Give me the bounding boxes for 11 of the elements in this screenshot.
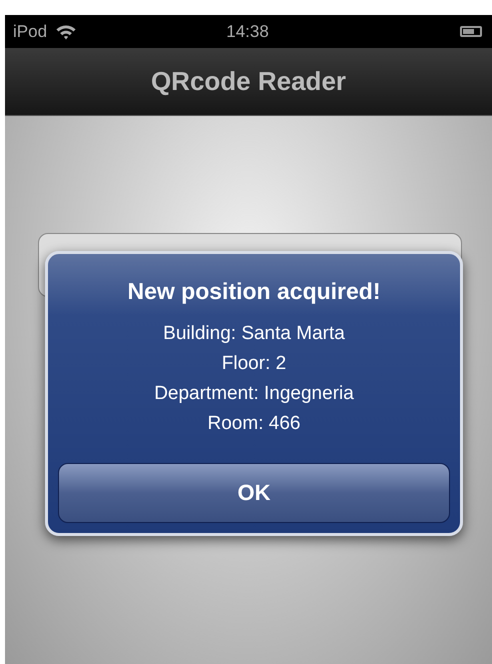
alert-message-line: Department: Ingegneria — [154, 382, 354, 406]
ok-button[interactable]: OK — [58, 463, 450, 523]
battery-icon — [460, 26, 482, 37]
wifi-icon — [55, 24, 78, 40]
alert-title: New position acquired! — [127, 278, 381, 305]
alert-message-line: Room: 466 — [208, 412, 300, 436]
alert-message-line: Floor: 2 — [222, 352, 286, 376]
carrier-label: iPod — [13, 22, 48, 42]
alert-message-line: Building: Santa Marta — [163, 322, 345, 346]
clock-time: 14:38 — [226, 22, 269, 42]
screen-title: QRcode Reader — [150, 66, 346, 97]
